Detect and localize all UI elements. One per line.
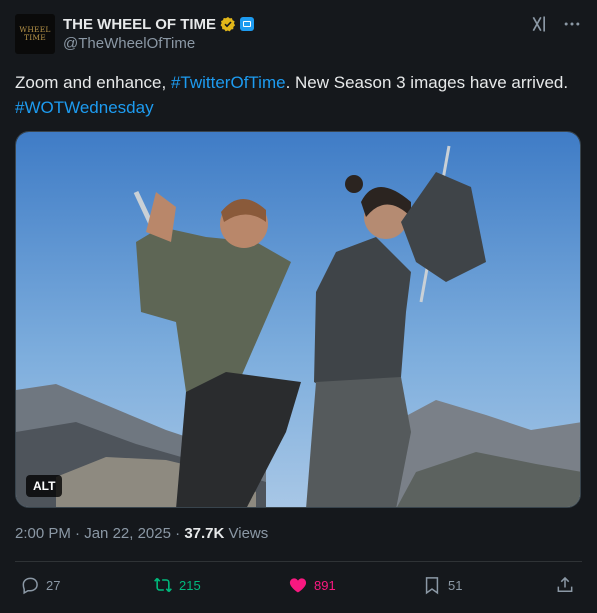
tweet-date[interactable]: Jan 22, 2025	[84, 525, 171, 542]
repost-button[interactable]: 215	[153, 573, 201, 597]
avatar-text-line-2: TIME	[24, 33, 46, 42]
like-icon	[289, 578, 307, 593]
share-button[interactable]	[555, 573, 575, 597]
meta-separator: ·	[70, 525, 85, 542]
reply-icon	[22, 577, 38, 595]
divider	[15, 561, 582, 562]
views-count: 37.7K	[184, 525, 225, 542]
reply-button[interactable]: 27	[20, 573, 60, 597]
share-icon	[557, 576, 573, 592]
bookmark-count: 51	[448, 577, 463, 593]
tweet-text-part-2: . New Season 3 images have arrived.	[285, 73, 569, 92]
author-names: THE WHEEL OF TIME @TheWheelOfTime	[63, 14, 255, 52]
bookmark-icon	[425, 577, 439, 595]
tweet-text-part-1: Zoom and enhance,	[15, 73, 171, 92]
alt-text-button[interactable]: ALT	[26, 475, 63, 497]
meta-separator-2: ·	[170, 525, 185, 542]
repost-icon	[154, 577, 172, 593]
verified-badge-icon[interactable]	[220, 16, 236, 32]
bookmark-button[interactable]: 51	[422, 573, 462, 597]
more-icon[interactable]	[562, 14, 582, 34]
avatar[interactable]: WHEEL TIME	[15, 14, 55, 54]
photo-two-sword-fighters	[16, 132, 580, 507]
action-bar: 27 215 891 51	[15, 573, 582, 597]
like-count: 891	[314, 577, 336, 593]
hashtag-wotwednesday[interactable]: #WOTWednesday	[15, 98, 154, 117]
views-label: Views	[224, 525, 269, 542]
reply-count: 27	[46, 577, 61, 593]
like-button[interactable]: 891	[288, 573, 336, 597]
display-name[interactable]: THE WHEEL OF TIME	[63, 16, 216, 33]
tweet-image[interactable]: ALT	[15, 131, 581, 508]
handle[interactable]: @TheWheelOfTime	[63, 35, 254, 52]
grok-icon[interactable]	[530, 14, 550, 34]
affiliation-icon[interactable]	[240, 17, 255, 31]
tweet-header: WHEEL TIME THE WHEEL OF TIME @TheWheelOf…	[15, 12, 582, 56]
tweet-time[interactable]: 2:00 PM	[15, 525, 71, 542]
hashtag-twitteroftime[interactable]: #TwitterOfTime	[171, 73, 286, 92]
tweet-meta: 2:00 PM · Jan 22, 2025 · 37.7K Views	[15, 525, 268, 542]
tweet-text: Zoom and enhance, #TwitterOfTime. New Se…	[15, 70, 585, 120]
repost-count: 215	[179, 577, 201, 593]
